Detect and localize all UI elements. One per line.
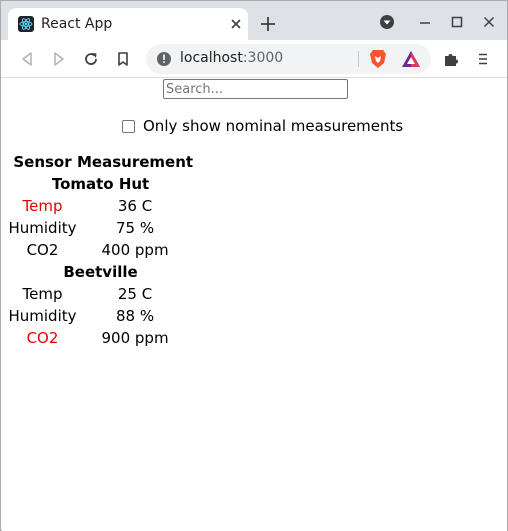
maximize-icon[interactable] bbox=[449, 14, 465, 30]
react-icon bbox=[18, 16, 34, 32]
sensor-name: Temp bbox=[22, 285, 63, 303]
measurement-value: 25 C bbox=[117, 285, 153, 303]
category-name: Beetville bbox=[63, 263, 138, 281]
measurement-value: 900 ppm bbox=[101, 329, 169, 347]
category-row: Beetville bbox=[8, 261, 193, 283]
hamburger-menu-icon[interactable] bbox=[474, 50, 492, 68]
sensor-name: Humidity bbox=[8, 219, 77, 237]
omnibox-divider bbox=[358, 51, 359, 67]
measurement-value: 36 C bbox=[117, 197, 153, 215]
header-sensor: Sensor bbox=[13, 153, 72, 171]
brave-lion-icon[interactable] bbox=[369, 49, 387, 69]
url-host: localhost bbox=[180, 50, 243, 66]
search-input[interactable] bbox=[163, 79, 348, 99]
table-row: Humidity 75 % bbox=[8, 217, 193, 239]
brave-rewards-icon[interactable] bbox=[401, 50, 421, 68]
category-row: Tomato Hut bbox=[8, 173, 193, 195]
nominal-filter-label[interactable]: Only show nominal measurements bbox=[143, 117, 403, 135]
browser-toolbar: localhost:3000 bbox=[1, 40, 507, 78]
header-measurement: Measurement bbox=[77, 153, 194, 171]
bookmark-icon[interactable] bbox=[114, 50, 132, 68]
sensor-name: CO2 bbox=[26, 329, 59, 347]
close-window-icon[interactable] bbox=[481, 14, 497, 30]
url-port: :3000 bbox=[242, 50, 284, 66]
table-row: Temp 25 C bbox=[8, 283, 193, 305]
page-content: Only show nominal measurements Sensor Me… bbox=[2, 79, 507, 531]
plus-icon[interactable] bbox=[259, 15, 277, 33]
back-icon[interactable] bbox=[18, 50, 36, 68]
info-icon[interactable] bbox=[156, 51, 172, 67]
sensor-name: Humidity bbox=[8, 307, 77, 325]
minimize-icon[interactable] bbox=[417, 14, 433, 30]
address-bar[interactable]: localhost:3000 bbox=[146, 44, 431, 74]
table-row: Temp 36 C bbox=[8, 195, 193, 217]
url-text[interactable]: localhost:3000 bbox=[180, 50, 283, 66]
table-header-row: Sensor Measurement bbox=[8, 151, 193, 173]
close-icon[interactable] bbox=[228, 16, 244, 32]
nominal-checkbox[interactable] bbox=[122, 119, 135, 133]
category-name: Tomato Hut bbox=[51, 175, 150, 193]
table-row: CO2 900 ppm bbox=[8, 327, 193, 349]
measurement-value: 75 % bbox=[115, 219, 155, 237]
measurement-value: 88 % bbox=[115, 307, 155, 325]
measurement-value: 400 ppm bbox=[101, 241, 169, 259]
forward-icon[interactable] bbox=[50, 50, 68, 68]
puzzle-icon[interactable] bbox=[442, 50, 460, 68]
reload-icon[interactable] bbox=[82, 50, 100, 68]
tab-strip: React App bbox=[1, 1, 507, 40]
dropdown-circle-icon[interactable] bbox=[379, 14, 395, 30]
tab-react-app[interactable]: React App bbox=[8, 8, 248, 40]
table-row: CO2 400 ppm bbox=[8, 239, 193, 261]
sensor-name: Temp bbox=[22, 197, 63, 215]
measurements-table: Sensor Measurement Tomato Hut Temp 36 C … bbox=[8, 151, 193, 349]
tab-title: React App bbox=[41, 16, 113, 32]
browser-window: React App localhost:3000 Search... Only … bbox=[0, 0, 508, 531]
nominal-filter[interactable]: Only show nominal measurements bbox=[122, 116, 403, 136]
table-row: Humidity 88 % bbox=[8, 305, 193, 327]
sensor-name: CO2 bbox=[26, 241, 59, 259]
